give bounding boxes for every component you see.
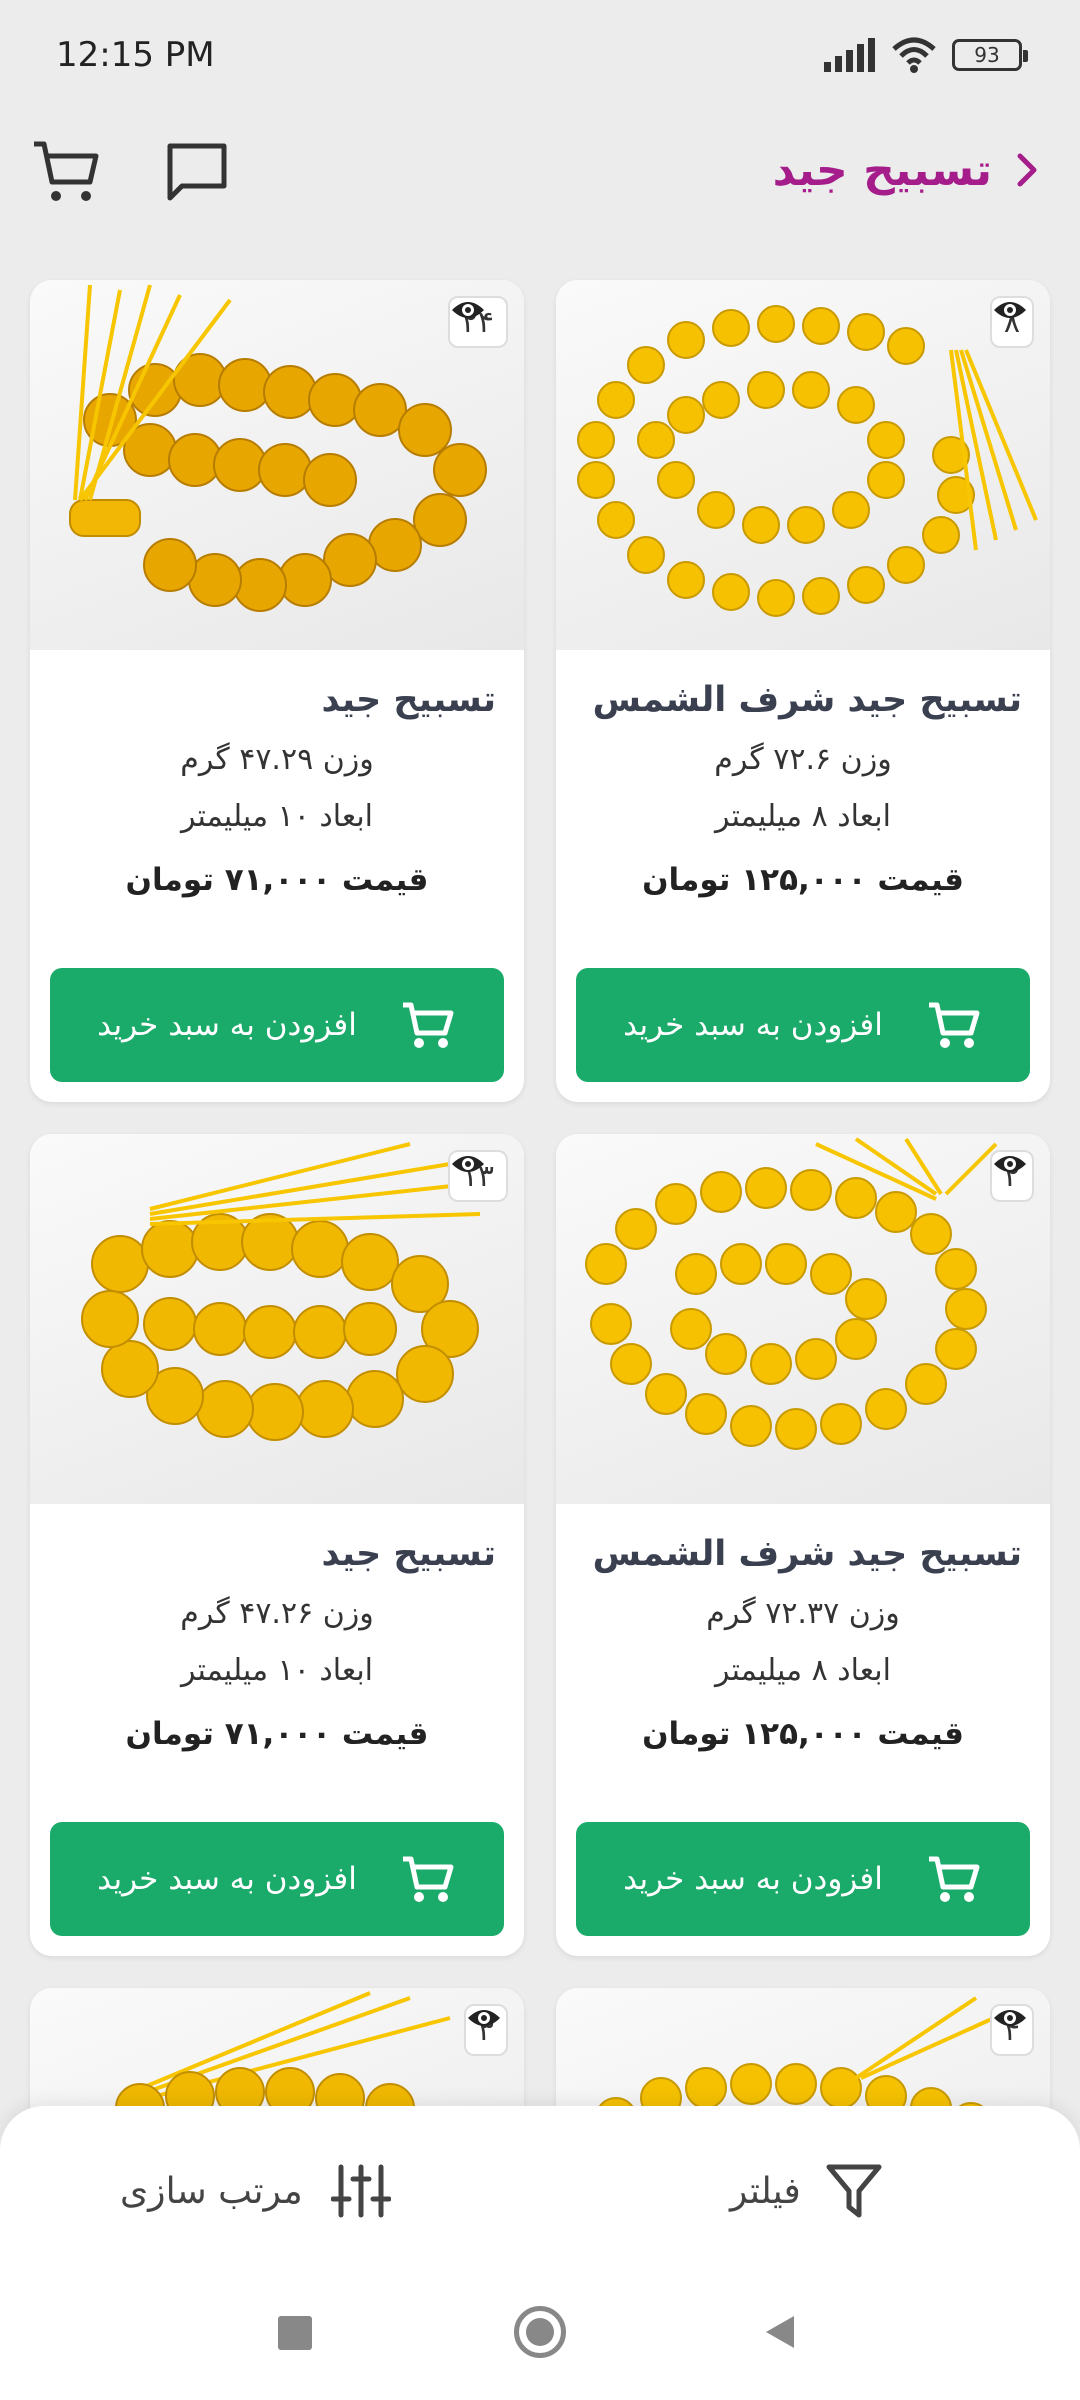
eye-icon (993, 2010, 1026, 2026)
eye-icon (451, 1156, 484, 1172)
bead-image-4 (585, 1137, 998, 1450)
eye-icon (451, 302, 484, 318)
product-price: قیمت ۱۲۵,۰۰۰ تومان (642, 862, 964, 898)
home-button[interactable] (514, 2306, 566, 2358)
recents-button[interactable] (278, 2316, 312, 2350)
system-nav-bar (0, 2270, 1080, 2400)
cart-icon (928, 1002, 980, 1048)
product-card[interactable]: ۲ تسبیح جید شرف الشمس وزن ۷۲.۳۷ گرم ابعا… (556, 1134, 1050, 1956)
product-info: تسبیح جید وزن ۴۷.۲۹ گرم ابعاد ۱۰ میلیمتر… (30, 650, 524, 898)
add-to-cart-button[interactable]: افزودن به سبد خرید (576, 968, 1030, 1082)
product-title: تسبیح جید (321, 680, 496, 720)
product-title: تسبیح جید (321, 1534, 496, 1574)
back-chevron-icon[interactable] (1006, 150, 1046, 190)
product-weight: وزن ۷۲.۳۷ گرم (706, 1596, 900, 1631)
views-badge: ۴ (989, 2004, 1034, 2056)
eye-icon (993, 302, 1026, 318)
product-image: ۱۳ (30, 1134, 524, 1504)
product-weight: وزن ۴۷.۲۶ گرم (180, 1596, 374, 1631)
product-info: تسبیح جید شرف الشمس وزن ۷۲.۶ گرم ابعاد ۸… (556, 650, 1050, 898)
cart-icon (402, 1002, 454, 1048)
add-to-cart-button[interactable]: افزودن به سبد خرید (576, 1822, 1030, 1936)
filter-button[interactable]: فیلتر (730, 2146, 883, 2236)
product-image: ۲ (556, 1134, 1050, 1504)
filter-label: فیلتر (730, 2170, 801, 2212)
add-to-cart-button[interactable]: افزودن به سبد خرید (50, 968, 504, 1082)
product-weight: وزن ۷۲.۶ گرم (714, 742, 892, 777)
add-to-cart-label: افزودن به سبد خرید (623, 1007, 883, 1043)
product-grid: ۲۴ تسبیح جید وزن ۴۷.۲۹ گرم ابعاد ۱۰ میلی… (30, 280, 1050, 2388)
product-size: ابعاد ۱۰ میلیمتر (180, 799, 374, 834)
sort-label: مرتب سازی (120, 2170, 303, 2212)
signal-icon (824, 38, 875, 72)
app-header: تسبیح جید (0, 120, 1080, 220)
product-price: قیمت ۷۱,۰۰۰ تومان (125, 862, 429, 898)
views-badge: ۸ (989, 296, 1034, 348)
views-badge: ۲۴ (447, 296, 508, 348)
product-card[interactable]: ۸ تسبیح جید شرف الشمس وزن ۷۲.۶ گرم ابعاد… (556, 280, 1050, 1102)
bead-image-2 (577, 305, 1038, 617)
add-to-cart-label: افزودن به سبد خرید (97, 1007, 357, 1043)
cart-icon (402, 1856, 454, 1902)
product-info: تسبیح جید شرف الشمس وزن ۷۲.۳۷ گرم ابعاد … (556, 1504, 1050, 1752)
chat-icon[interactable] (164, 140, 230, 206)
cart-icon (928, 1856, 980, 1902)
views-badge: ۳ (463, 2004, 508, 2056)
filter-icon (826, 2164, 882, 2218)
views-badge: ۱۳ (447, 1150, 508, 1202)
product-weight: وزن ۴۷.۲۹ گرم (180, 742, 374, 777)
product-image: ۸ (556, 280, 1050, 650)
eye-icon (467, 2010, 500, 2026)
battery-level: 93 (974, 43, 1000, 67)
add-to-cart-button[interactable]: افزودن به سبد خرید (50, 1822, 504, 1936)
product-price: قیمت ۱۲۵,۰۰۰ تومان (642, 1716, 964, 1752)
product-size: ابعاد ۱۰ میلیمتر (180, 1653, 374, 1688)
add-to-cart-label: افزودن به سبد خرید (97, 1861, 357, 1897)
product-price: قیمت ۷۱,۰۰۰ تومان (125, 1716, 429, 1752)
product-title: تسبیح جید شرف الشمس (592, 680, 1022, 720)
product-card[interactable]: ۱۳ تسبیح جید وزن ۴۷.۲۶ گرم ابعاد ۱۰ میلی… (30, 1134, 524, 1956)
sliders-icon (330, 2164, 391, 2218)
views-badge: ۲ (989, 1150, 1034, 1202)
back-triangle-icon[interactable] (760, 2312, 800, 2352)
cart-icon[interactable] (30, 136, 102, 208)
status-bar: 12:15 PM 93 (0, 0, 1080, 110)
header-title-wrap[interactable]: تسبیح جید (773, 130, 1046, 210)
product-card[interactable]: ۲۴ تسبیح جید وزن ۴۷.۲۹ گرم ابعاد ۱۰ میلی… (30, 280, 524, 1102)
product-size: ابعاد ۸ میلیمتر (715, 1653, 891, 1688)
product-title: تسبیح جید شرف الشمس (592, 1534, 1022, 1574)
battery-icon: 93 (952, 39, 1028, 71)
eye-icon (993, 1156, 1026, 1172)
wifi-icon (892, 37, 936, 73)
sort-button[interactable]: مرتب سازی (120, 2146, 391, 2236)
product-info: تسبیح جید وزن ۴۷.۲۶ گرم ابعاد ۱۰ میلیمتر… (30, 1504, 524, 1752)
status-icons: 93 (824, 37, 1028, 73)
product-size: ابعاد ۸ میلیمتر (715, 799, 891, 834)
status-time: 12:15 PM (56, 35, 215, 75)
page-title: تسبیح جید (772, 144, 992, 196)
product-image: ۲۴ (30, 280, 524, 650)
add-to-cart-label: افزودن به سبد خرید (623, 1861, 883, 1897)
